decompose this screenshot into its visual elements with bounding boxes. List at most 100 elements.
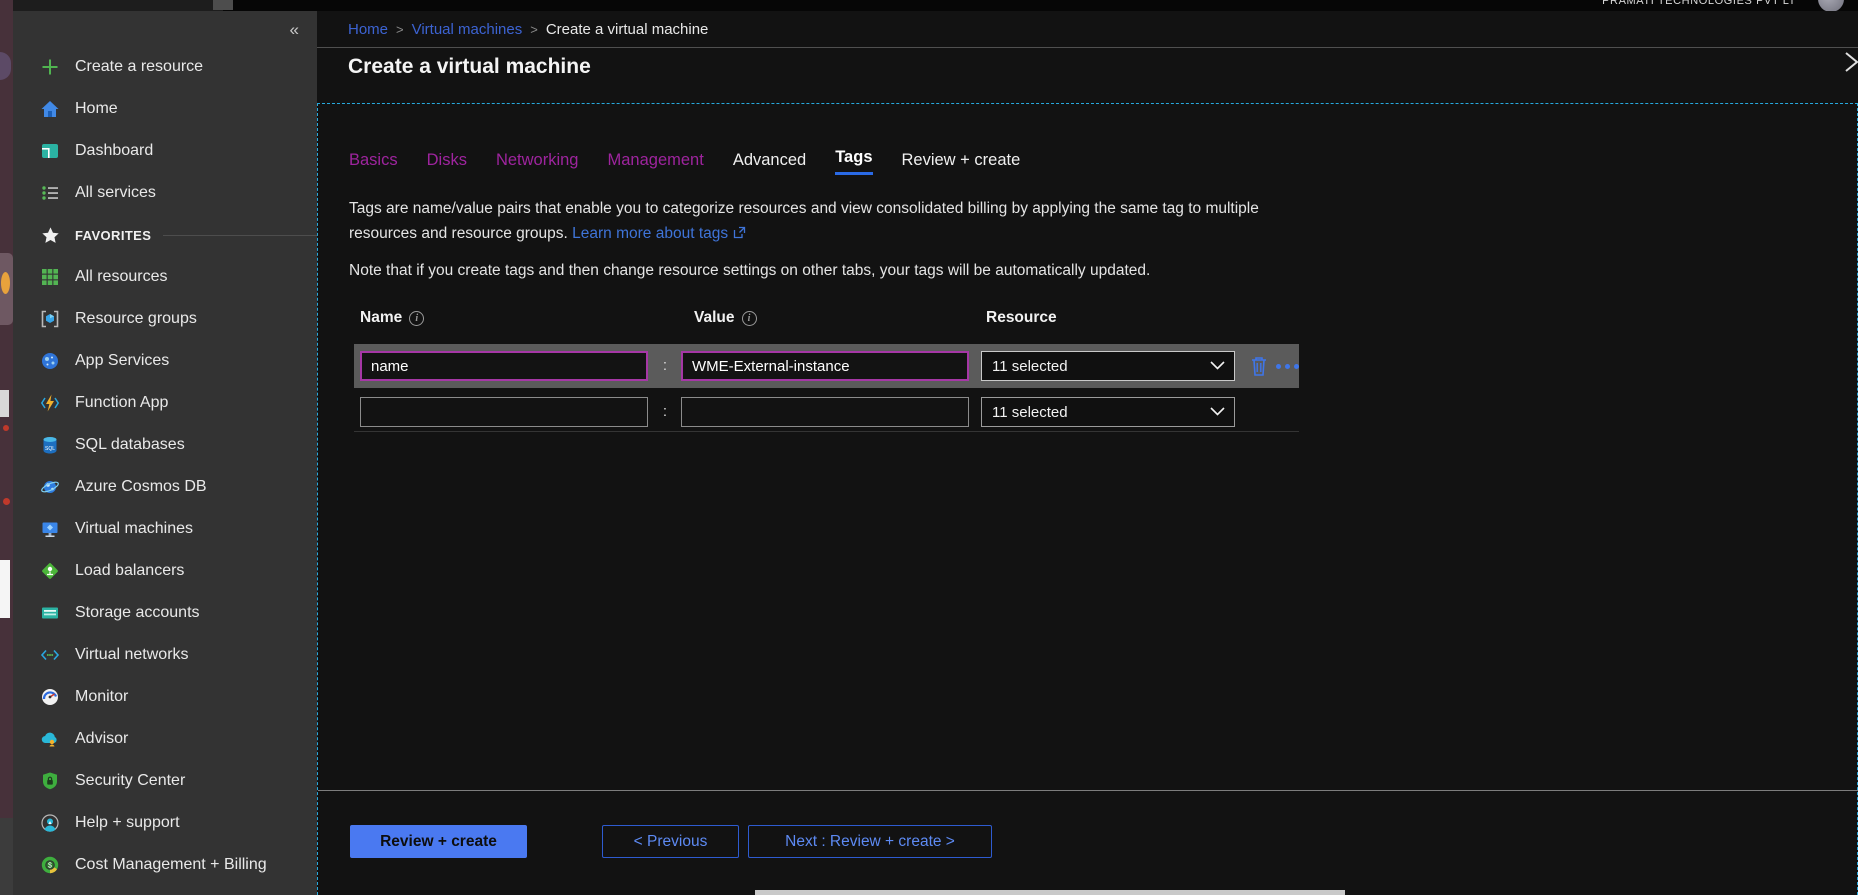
resource-dropdown-value: 11 selected <box>982 358 1210 375</box>
dock-icon <box>0 560 10 618</box>
breadcrumb-home[interactable]: Home <box>348 21 388 38</box>
learn-more-label: Learn more about tags <box>572 225 728 242</box>
next-button[interactable]: Next : Review + create > <box>748 825 992 858</box>
divider <box>317 47 1858 48</box>
sidebar-header-favorites: FAVORITES <box>13 214 317 256</box>
sidebar-item-security-center[interactable]: Security Center <box>13 760 317 802</box>
advisor-cloud-icon <box>39 728 61 750</box>
dock-icon <box>0 390 9 417</box>
sidebar-item-load-balancers[interactable]: Load balancers <box>13 550 317 592</box>
tab-management[interactable]: Management <box>608 151 704 175</box>
sidebar-item-label: All services <box>75 184 156 202</box>
sidebar-item-sql-databases[interactable]: SQL SQL databases <box>13 424 317 466</box>
browser-top-strip: PRAMATI TECHNOLOGIES PVT LT <box>13 0 1858 11</box>
delete-tag-icon[interactable] <box>1249 355 1269 377</box>
sidebar-item-label: SQL databases <box>75 436 185 454</box>
tags-description: Tags are name/value pairs that enable yo… <box>349 196 1289 247</box>
learn-more-link[interactable]: Learn more about tags <box>572 225 746 242</box>
tag-row-empty: : 11 selected <box>354 392 1299 432</box>
resource-dropdown[interactable]: 11 selected <box>981 351 1235 381</box>
sidebar-item-function-app[interactable]: Function App <box>13 382 317 424</box>
sidebar-item-label: Cost Management + Billing <box>75 856 267 874</box>
resource-dropdown[interactable]: 11 selected <box>981 397 1235 427</box>
sidebar-item-azure-cosmos-db[interactable]: Azure Cosmos DB <box>13 466 317 508</box>
dock-badge <box>3 498 10 505</box>
cube-brackets-icon <box>39 308 61 330</box>
plus-icon <box>39 56 61 78</box>
sidebar: « Create a resource Home Dashboard <box>13 11 317 895</box>
footer-divider <box>318 790 1858 791</box>
database-icon: SQL <box>39 434 61 456</box>
dock-badge <box>3 425 9 431</box>
close-blade-icon[interactable] <box>1838 49 1858 75</box>
tags-table-header: Namei Valuei Resource <box>318 309 1858 333</box>
sidebar-item-advisor[interactable]: Advisor <box>13 718 317 760</box>
info-icon[interactable]: i <box>409 311 424 326</box>
tag-name-input[interactable] <box>360 351 648 381</box>
sidebar-item-label: Load balancers <box>75 562 184 580</box>
star-icon <box>39 224 61 246</box>
background-window-edge <box>755 890 1345 895</box>
review-create-button[interactable]: Review + create <box>350 825 527 858</box>
tags-note: Note that if you create tags and then ch… <box>349 262 1150 280</box>
sidebar-item-virtual-machines[interactable]: Virtual machines <box>13 508 317 550</box>
sidebar-item-label: Storage accounts <box>75 604 200 622</box>
tag-value-input[interactable] <box>681 397 969 427</box>
planet-icon <box>39 476 61 498</box>
column-header-name: Namei <box>360 309 424 327</box>
sidebar-header-label: FAVORITES <box>75 228 151 243</box>
sidebar-item-label: Dashboard <box>75 142 153 160</box>
blade-content: Basics Disks Networking Management Advan… <box>317 103 1858 895</box>
sidebar-item-dashboard[interactable]: Dashboard <box>13 130 317 172</box>
top-strip-tab <box>213 0 233 10</box>
tag-value-input[interactable] <box>681 351 969 381</box>
sidebar-item-all-resources[interactable]: All resources <box>13 256 317 298</box>
sidebar-item-storage-accounts[interactable]: Storage accounts <box>13 592 317 634</box>
avatar[interactable] <box>1818 0 1844 11</box>
tenant-name: PRAMATI TECHNOLOGIES PVT LT <box>1602 0 1796 7</box>
sidebar-item-label: All resources <box>75 268 167 286</box>
previous-button[interactable]: < Previous <box>602 825 739 858</box>
person-icon <box>39 812 61 834</box>
sidebar-item-home[interactable]: Home <box>13 88 317 130</box>
svg-text:$: $ <box>48 863 52 870</box>
sidebar-item-label: App Services <box>75 352 169 370</box>
tab-networking[interactable]: Networking <box>496 151 579 175</box>
cost-donut-icon: $ <box>39 854 61 876</box>
divider <box>163 235 317 236</box>
sidebar-item-create-a-resource[interactable]: Create a resource <box>13 46 317 88</box>
breadcrumb-separator: > <box>530 22 538 37</box>
sidebar-item-cost-management-billing[interactable]: $ Cost Management + Billing <box>13 844 317 886</box>
sidebar-item-label: Virtual machines <box>75 520 193 538</box>
dock-icon <box>1 272 10 294</box>
tab-advanced[interactable]: Advanced <box>733 151 806 175</box>
sidebar-item-help-support[interactable]: Help + support <box>13 802 317 844</box>
sidebar-item-resource-groups[interactable]: Resource groups <box>13 298 317 340</box>
azure-portal-window: PRAMATI TECHNOLOGIES PVT LT « Create a r… <box>0 0 1858 895</box>
info-icon[interactable]: i <box>742 311 757 326</box>
tab-tags[interactable]: Tags <box>835 148 872 175</box>
pair-separator: : <box>659 357 671 374</box>
tag-row-selected: : 11 selected <box>354 344 1299 388</box>
sidebar-item-monitor[interactable]: Monitor <box>13 676 317 718</box>
breadcrumb-virtual-machines[interactable]: Virtual machines <box>412 21 523 38</box>
tab-disks[interactable]: Disks <box>427 151 467 175</box>
tab-basics[interactable]: Basics <box>349 151 398 175</box>
ellipsis-icon[interactable] <box>1276 364 1299 369</box>
sidebar-item-app-services[interactable]: App Services <box>13 340 317 382</box>
sidebar-item-label: Home <box>75 100 118 118</box>
tab-review-create[interactable]: Review + create <box>902 151 1021 175</box>
sidebar-item-label: Create a resource <box>75 58 203 76</box>
gauge-icon <box>39 686 61 708</box>
column-header-label: Name <box>360 309 402 327</box>
breadcrumb: Home > Virtual machines > Create a virtu… <box>348 17 708 41</box>
load-balancer-icon <box>39 560 61 582</box>
sidebar-item-label: Azure Cosmos DB <box>75 478 207 496</box>
sidebar-item-label: Function App <box>75 394 168 412</box>
sidebar-item-all-services[interactable]: All services <box>13 172 317 214</box>
sidebar-item-virtual-networks[interactable]: Virtual networks <box>13 634 317 676</box>
collapse-sidebar-icon[interactable]: « <box>290 20 299 40</box>
breadcrumb-separator: > <box>396 22 404 37</box>
tag-name-input[interactable] <box>360 397 648 427</box>
column-header-value: Valuei <box>694 309 757 327</box>
